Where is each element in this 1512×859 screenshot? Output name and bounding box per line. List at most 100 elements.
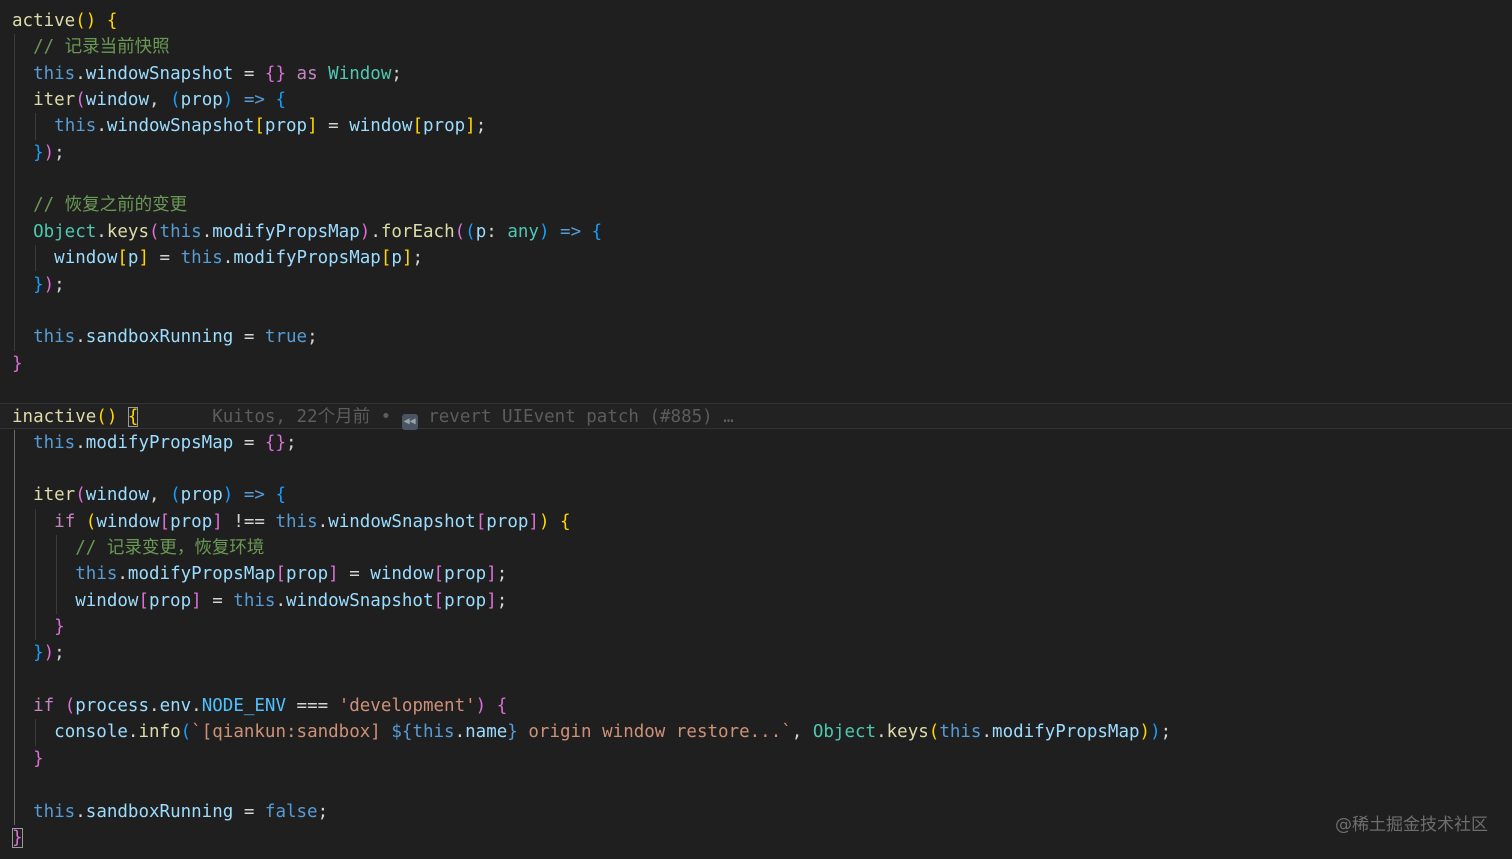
code-line[interactable]: this.sandboxRunning = false; [0,799,1512,825]
code-token: . [96,221,107,242]
code-token: prop [444,564,487,585]
code-token: [ [254,116,265,137]
code-token: } [33,643,44,664]
code-line[interactable]: if (process.env.NODE_ENV === 'developmen… [0,693,1512,719]
code-line[interactable]: this.modifyPropsMap[prop] = window[prop]… [0,561,1512,587]
code-token: // 记录变更，恢复环境 [75,538,265,558]
code-token: Object [33,221,97,242]
code-token: } [507,722,518,743]
code-line[interactable]: inactive() { Kuitos, 22个月前 • ◀◀ revert U… [0,403,1512,431]
code-token: [ [138,590,149,611]
code-line[interactable] [0,166,1512,192]
code-line[interactable]: } [0,351,1512,377]
code-token: ; [54,142,65,163]
code-token: window [370,564,434,585]
code-token: prop [170,511,213,532]
code-token: !== [222,511,276,532]
code-token: [ [433,590,445,611]
code-token: ) [43,643,55,664]
code-token: prop [285,564,329,585]
code-token: . [454,722,466,743]
code-line[interactable]: }); [0,640,1512,666]
code-editor[interactable]: active() { // 记录当前快照 this.windowSnapshot… [0,0,1512,859]
code-line[interactable]: window[prop] = this.windowSnapshot[prop]… [0,588,1512,614]
code-token: ; [1160,722,1172,743]
code-token: ; [475,116,487,137]
code-line[interactable]: } [0,614,1512,640]
code-token: windowSnapshot [328,511,476,532]
code-token: ; [317,801,329,822]
code-token: prop [486,511,529,532]
code-token: } [33,142,44,163]
code-token: . [275,590,286,611]
code-token: window [54,248,118,269]
code-line[interactable] [0,667,1512,693]
code-token: ] [486,564,497,585]
code-token: = [338,564,371,585]
code-line[interactable]: } [0,825,1512,851]
code-token: ] [328,564,339,585]
code-token: ) [359,221,371,242]
code-token: modifyPropsMap [233,248,381,269]
code-line[interactable]: // 记录变更，恢复环境 [0,535,1512,561]
code-line[interactable]: // 恢复之前的变更 [0,192,1512,218]
code-line[interactable] [0,298,1512,324]
code-line[interactable]: this.windowSnapshot = {} as Window; [0,61,1512,87]
code-line[interactable]: iter(window, (prop) => { [0,482,1512,508]
code-line[interactable]: this.sandboxRunning = true; [0,324,1512,350]
code-token: . [981,722,993,743]
code-token: this [33,327,76,348]
code-token: ${ [391,722,413,743]
code-token: . [96,116,107,137]
code-token: ; [391,63,402,84]
code-token: { [591,221,603,242]
code-token: ] [465,116,476,137]
code-token: ) [538,221,550,242]
code-token: ( [170,90,181,111]
watermark: @稀土掘金技术社区 [1335,815,1488,835]
code-line[interactable]: if (window[prop] !== this.windowSnapshot… [0,509,1512,535]
code-line[interactable]: this.windowSnapshot[prop] = window[prop]… [0,113,1512,139]
code-line[interactable]: window[p] = this.modifyPropsMap[p]; [0,245,1512,271]
code-line[interactable]: } [0,746,1512,772]
code-token: ( [85,511,97,532]
code-token: : [486,221,508,242]
code-line[interactable]: }); [0,140,1512,166]
code-line[interactable]: this.modifyPropsMap = {}; [0,430,1512,456]
code-token: window [85,485,149,506]
code-line[interactable]: console.info(`[qiankun:sandbox] ${this.n… [0,719,1512,745]
code-line[interactable]: active() { [0,8,1512,34]
code-line[interactable]: // 记录当前快照 [0,34,1512,60]
indent-guide [35,245,36,272]
code-token: [ [380,248,392,269]
code-token: this [75,564,118,585]
code-token: p [127,248,139,269]
indent-guide [14,34,15,351]
code-line[interactable] [0,377,1512,403]
code-token: { [127,407,139,428]
code-line[interactable]: iter(window, (prop) => { [0,87,1512,113]
code-token: this [412,722,455,743]
code-token: prop [180,485,223,506]
code-line[interactable]: }); [0,272,1512,298]
code-line[interactable]: Object.keys(this.modifyPropsMap).forEach… [0,219,1512,245]
code-token: ; [285,432,297,453]
code-token: iter [33,485,76,506]
code-token: { [275,485,287,506]
code-token: ] [528,511,539,532]
code-line[interactable] [0,772,1512,798]
code-line[interactable] [0,456,1512,482]
code-token: = [233,801,265,822]
